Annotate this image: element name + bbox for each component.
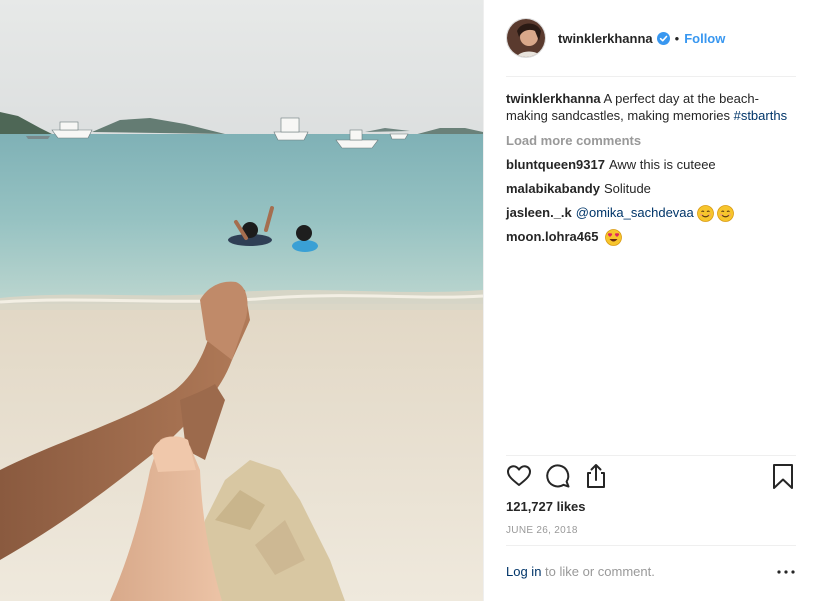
comment-icon[interactable] (545, 463, 571, 491)
actions-divider (506, 455, 796, 456)
instagram-post: twinklerkhanna • Follow twinklerkhanna A… (0, 0, 818, 601)
comment-row: jasleen._.k @omika_sachdevaa (506, 204, 796, 222)
beach-photo-illustration (0, 0, 483, 601)
comment-text: Aww this is cuteee (608, 157, 716, 172)
bookmark-icon[interactable] (770, 463, 796, 491)
footer-divider (506, 545, 796, 546)
login-suffix-text: to like or comment. (541, 564, 655, 579)
avatar[interactable] (506, 18, 546, 58)
post-date[interactable]: JUNE 26, 2018 (506, 525, 578, 536)
login-footer: Log in to like or comment. (506, 564, 796, 582)
post-photo[interactable] (0, 0, 483, 601)
likes-count[interactable]: 121,727 likes (506, 499, 586, 514)
login-link[interactable]: Log in (506, 564, 541, 579)
comment-row: malabikabandy Solitude (506, 180, 796, 198)
load-more-comments-button[interactable]: Load more comments (506, 132, 796, 150)
comment-username[interactable]: moon.lohra465 (506, 228, 598, 246)
avatar-image (507, 19, 545, 57)
post-caption: twinklerkhanna A perfect day at the beac… (506, 90, 796, 124)
verified-badge-icon (656, 31, 670, 45)
heart-icon[interactable] (506, 463, 532, 491)
caption-username[interactable]: twinklerkhanna (506, 91, 601, 106)
comment-row: bluntqueen9317 Aww this is cuteee (506, 156, 796, 174)
heart-eyes-face-emoji-icon (605, 228, 623, 246)
follow-button[interactable]: Follow (684, 31, 725, 46)
post-actions-bar (506, 463, 796, 493)
comment-mention[interactable]: @omika_sachdevaa (576, 204, 694, 222)
header-divider (506, 76, 796, 77)
separator-dot: • (674, 30, 680, 46)
post-header: twinklerkhanna • Follow (506, 15, 796, 61)
post-username[interactable]: twinklerkhanna (558, 31, 653, 46)
comment-username[interactable]: jasleen._.k (506, 204, 572, 222)
more-options-icon[interactable] (776, 562, 796, 582)
smiling-face-emoji-icon (696, 204, 714, 222)
comment-row: moon.lohra465 (506, 228, 796, 246)
post-sidebar: twinklerkhanna • Follow twinklerkhanna A… (483, 0, 818, 601)
caption-hashtag[interactable]: #stbarths (734, 108, 787, 123)
comment-username[interactable]: malabikabandy (506, 180, 600, 198)
comment-username[interactable]: bluntqueen9317 (506, 156, 605, 174)
comments-section: twinklerkhanna A perfect day at the beac… (506, 90, 796, 246)
comment-text: Solitude (603, 181, 651, 196)
share-icon[interactable] (583, 463, 609, 491)
smiling-face-emoji-icon (716, 204, 734, 222)
